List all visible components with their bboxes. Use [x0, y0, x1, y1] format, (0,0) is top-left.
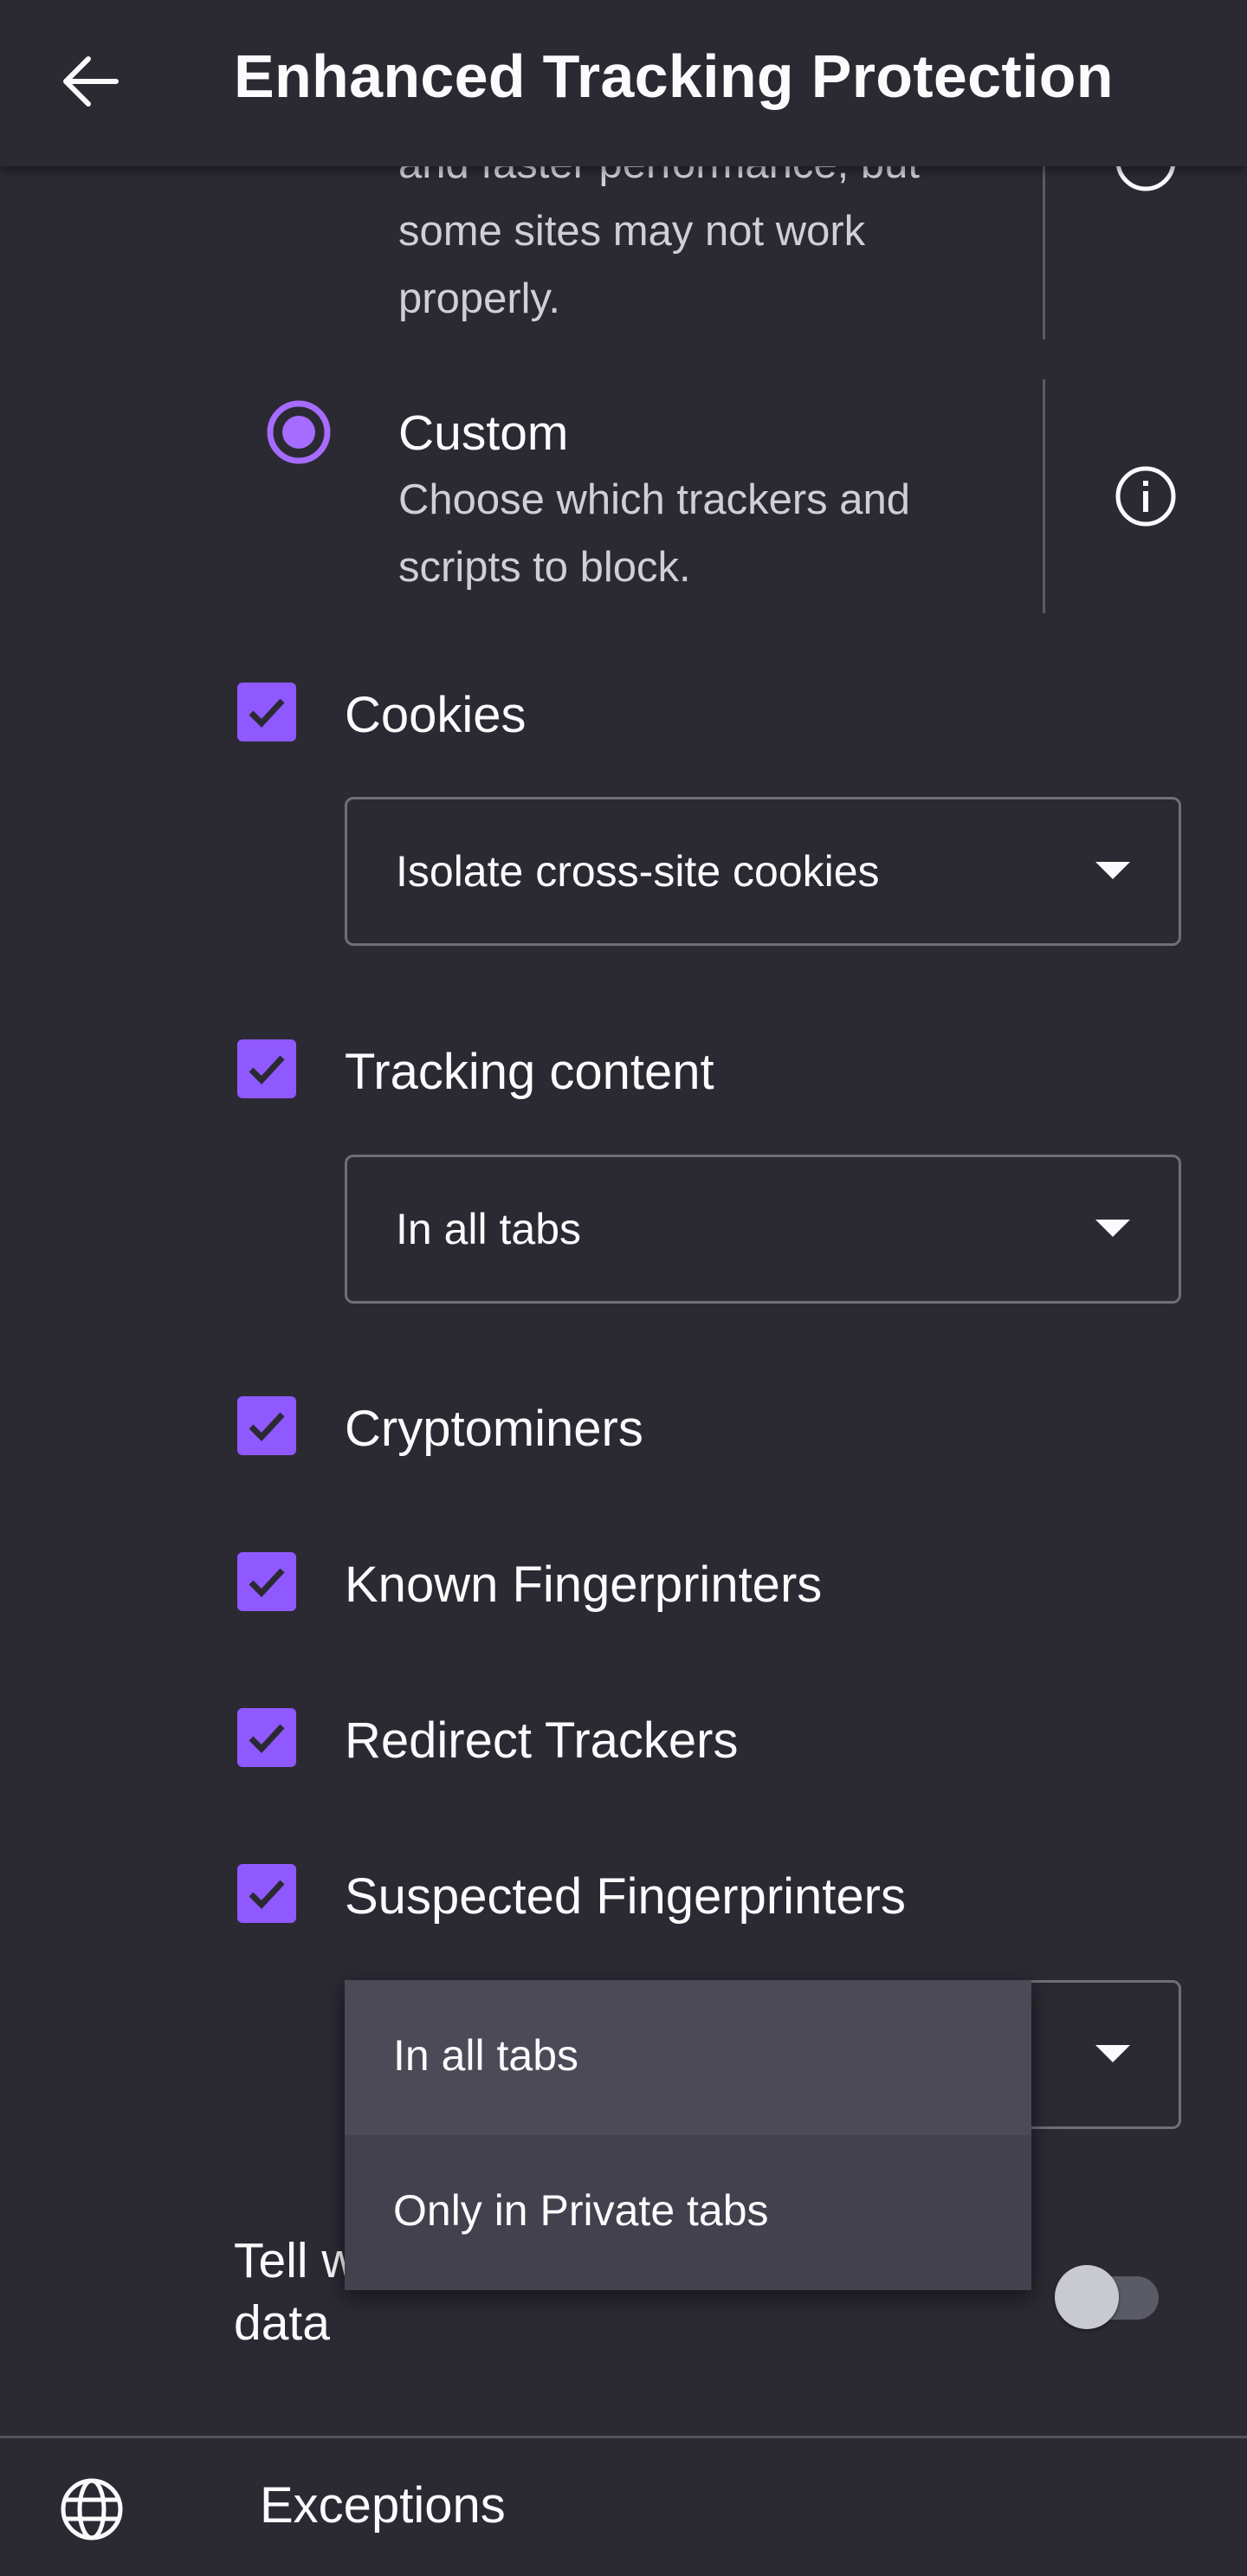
- exceptions-row[interactable]: Exceptions: [0, 2438, 1247, 2576]
- suspected-fingerprinters-dropdown-menu: In all tabs Only in Private tabs: [345, 1980, 1031, 2290]
- strict-option-description-line-3: properly.: [398, 275, 561, 322]
- custom-option-description-line-2: scripts to block.: [398, 544, 691, 591]
- tracking-content-select-value: In all tabs: [396, 1205, 582, 1253]
- custom-option-title: Custom: [398, 405, 569, 461]
- cryptominers-checkbox[interactable]: [237, 1396, 296, 1455]
- globe-icon: [61, 2478, 123, 2540]
- tell-websites-label-line-1: Tell w: [234, 2233, 358, 2288]
- suspected-fingerprinters-checkbox[interactable]: [237, 1864, 296, 1923]
- tell-websites-label-line-2: data: [234, 2295, 330, 2351]
- menu-item-in-all-tabs[interactable]: In all tabs: [345, 1980, 1031, 2135]
- suspected-fingerprinters-label: Suspected Fingerprinters: [345, 1868, 906, 1925]
- strict-option-description-line-2: some sites may not work: [398, 208, 866, 255]
- exceptions-label: Exceptions: [260, 2477, 506, 2534]
- top-app-bar: Enhanced Tracking Protection: [0, 0, 1247, 166]
- cryptominers-label: Cryptominers: [345, 1401, 643, 1457]
- tracking-content-select[interactable]: In all tabs: [345, 1155, 1181, 1304]
- check-icon: [249, 1568, 285, 1598]
- check-icon: [249, 1880, 285, 1910]
- settings-screen: and faster performance, but some sites m…: [0, 0, 1247, 2576]
- cookies-select[interactable]: Isolate cross-site cookies: [345, 797, 1181, 946]
- check-icon: [249, 1055, 285, 1085]
- custom-radio-button[interactable]: [266, 399, 332, 465]
- tracking-content-label: Tracking content: [345, 1044, 714, 1100]
- check-icon: [249, 1724, 285, 1754]
- menu-item-label: In all tabs: [393, 2031, 579, 2080]
- known-fingerprinters-label: Known Fingerprinters: [345, 1557, 823, 1613]
- menu-item-label: Only in Private tabs: [393, 2186, 769, 2235]
- menu-item-only-in-private-tabs[interactable]: Only in Private tabs: [345, 2135, 1031, 2290]
- tell-websites-toggle[interactable]: [1055, 2259, 1162, 2329]
- dropdown-arrow-icon: [1095, 1220, 1130, 1237]
- page-title: Enhanced Tracking Protection: [234, 42, 1114, 110]
- dropdown-arrow-icon: [1095, 2045, 1130, 2062]
- back-button[interactable]: [48, 40, 132, 123]
- dropdown-arrow-icon: [1095, 862, 1130, 879]
- cookies-label: Cookies: [345, 687, 527, 743]
- check-icon: [249, 698, 285, 728]
- tracking-content-checkbox[interactable]: [237, 1039, 296, 1098]
- custom-option-description-line-1: Choose which trackers and: [398, 476, 911, 523]
- cookies-select-value: Isolate cross-site cookies: [396, 847, 880, 896]
- cookies-checkbox[interactable]: [237, 683, 296, 741]
- custom-option-divider: [1043, 379, 1045, 613]
- arrow-left-icon: [63, 56, 119, 107]
- redirect-trackers-label: Redirect Trackers: [345, 1712, 739, 1769]
- custom-info-icon[interactable]: [1115, 465, 1177, 527]
- known-fingerprinters-checkbox[interactable]: [237, 1552, 296, 1611]
- tell-websites-label: Tell w data: [234, 2230, 358, 2354]
- check-icon: [249, 1412, 285, 1442]
- redirect-trackers-checkbox[interactable]: [237, 1708, 296, 1767]
- toggle-thumb: [1055, 2265, 1119, 2329]
